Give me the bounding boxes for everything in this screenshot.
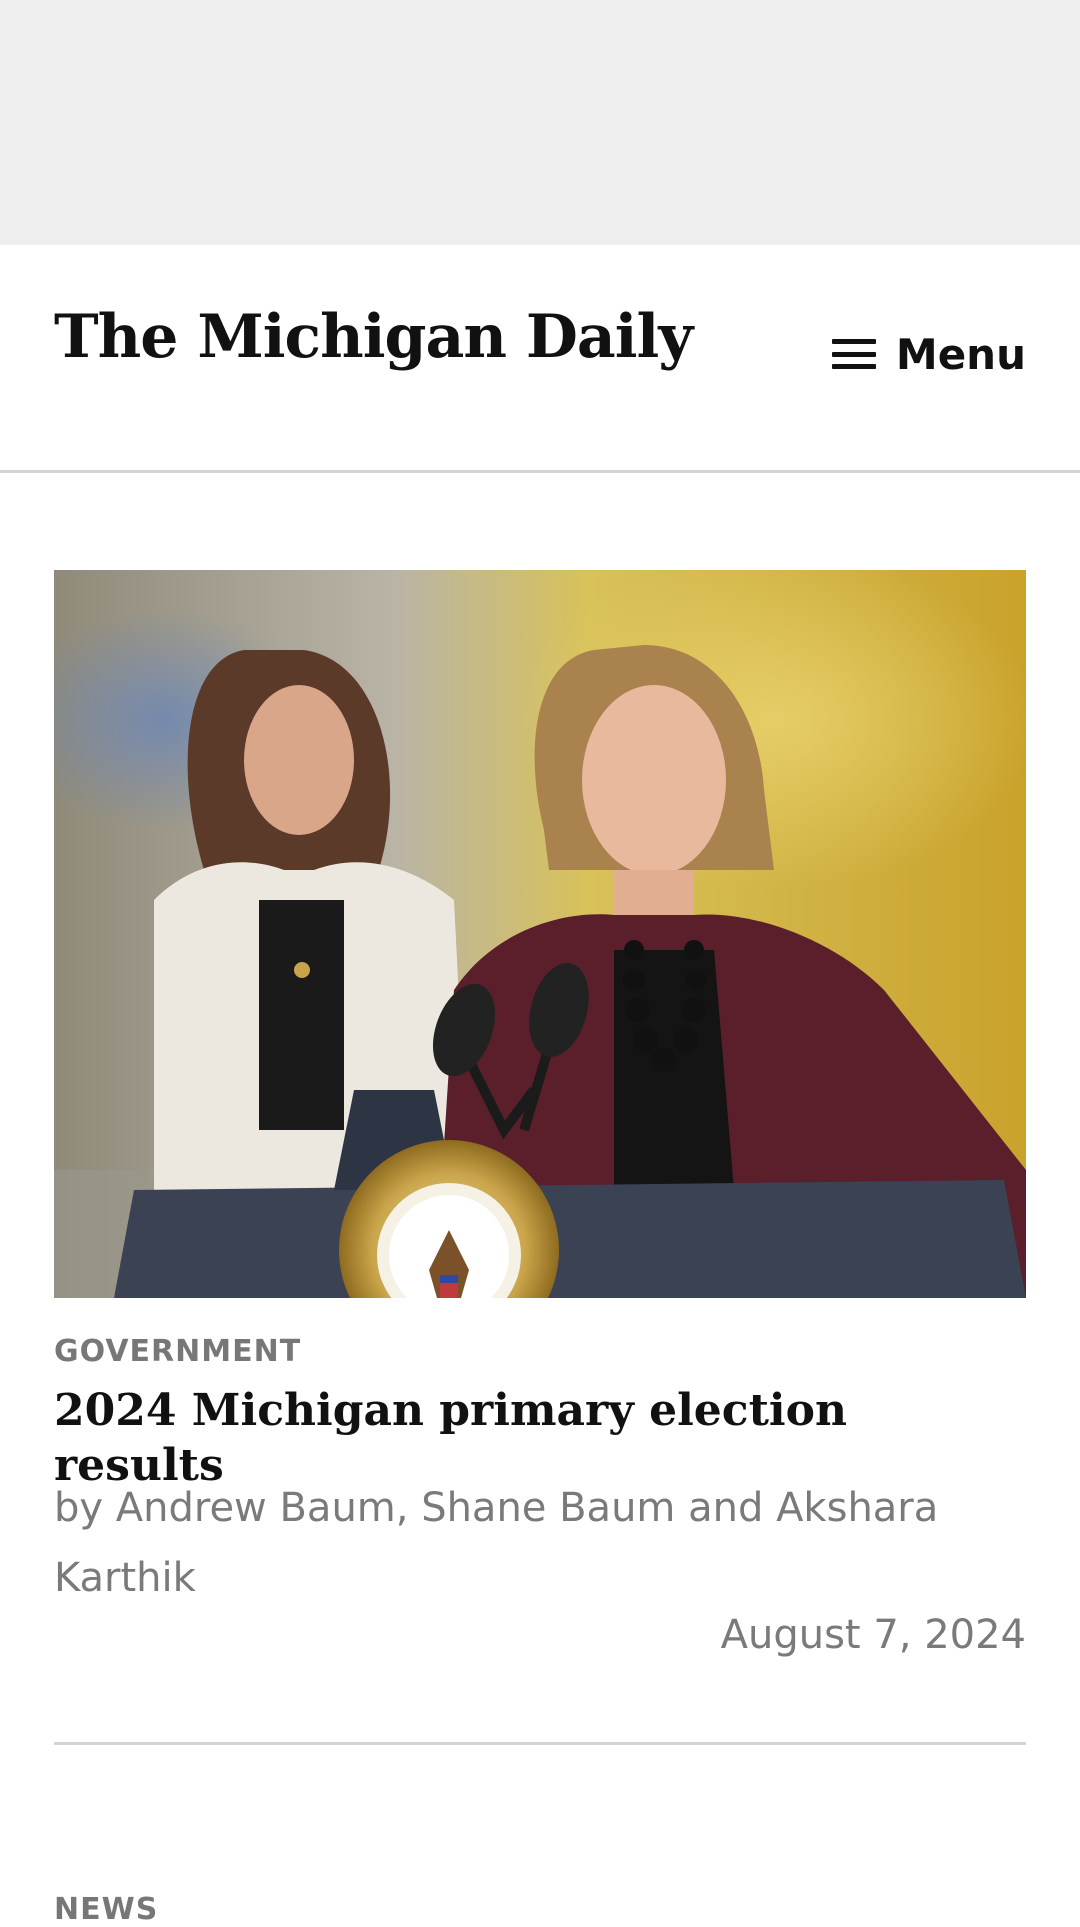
article-byline: by Andrew Baum, Shane Baum and Akshara K… bbox=[54, 1485, 939, 1601]
menu-button[interactable]: Menu bbox=[831, 329, 1026, 379]
article-divider bbox=[54, 1742, 1026, 1745]
hamburger-icon bbox=[831, 339, 876, 369]
ad-placeholder bbox=[0, 0, 1080, 245]
site-header: The Michigan Daily Menu bbox=[0, 245, 1080, 470]
header-divider bbox=[0, 470, 1080, 473]
menu-label: Menu bbox=[895, 329, 1026, 379]
site-logo[interactable]: The Michigan Daily bbox=[54, 307, 693, 367]
next-article-category[interactable]: NEWS bbox=[54, 1892, 158, 1927]
article-date: August 7, 2024 bbox=[720, 1612, 1026, 1658]
article-category[interactable]: GOVERNMENT bbox=[54, 1334, 301, 1369]
article-hero-image[interactable] bbox=[54, 570, 1026, 1298]
